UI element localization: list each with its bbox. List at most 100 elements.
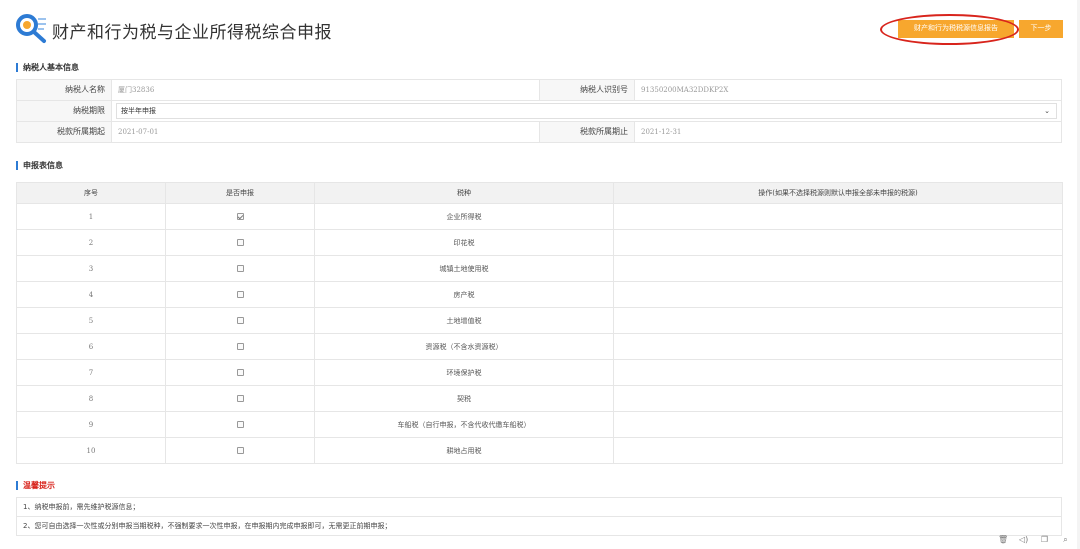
table-row: 7 环境保护税: [16, 359, 1063, 386]
declare-checkbox[interactable]: [236, 213, 244, 220]
sound-icon[interactable]: ◁): [1019, 535, 1028, 544]
info-row: 税款所属期起 2021-07-01 税款所属期止 2021-12-31: [16, 122, 1062, 143]
operation-cell: [613, 437, 1063, 464]
declare-cell: [165, 307, 315, 334]
table-row: 8 契税: [16, 385, 1063, 412]
declaration-table: 序号 是否申报 税种 操作(如果不选择税源则默认申报全部未申报的税源) 1 企业所…: [16, 182, 1063, 464]
operation-cell: [613, 359, 1063, 386]
operation-cell: [613, 229, 1063, 256]
period-end-label: 税款所属期止: [539, 122, 635, 142]
operation-cell: [613, 281, 1063, 308]
tax-period-cell: 按半年申报 ⌄: [112, 101, 1062, 121]
info-row: 纳税期限 按半年申报 ⌄: [16, 101, 1062, 122]
declare-checkbox[interactable]: [236, 265, 244, 272]
footer-toolbar: 🗑 ◁) ❐ ⌕: [998, 535, 1070, 544]
operation-cell: [613, 255, 1063, 282]
declare-cell: [165, 281, 315, 308]
taxpayer-name-value: 厦门32836: [118, 86, 155, 94]
chevron-down-icon: ⌄: [1044, 107, 1050, 115]
row-number: 8: [16, 385, 166, 412]
tax-period-select[interactable]: 按半年申报 ⌄: [116, 103, 1057, 119]
declare-cell: [165, 437, 315, 464]
tax-type-name: 房产税: [314, 281, 614, 308]
trash-icon[interactable]: 🗑: [998, 535, 1008, 544]
taxpayer-section-title: 纳税人基本信息: [16, 63, 79, 72]
tip-item: 2、您可自由选择一次性或分别申报当期税种，不强制要求一次性申报，在申报期内完成申…: [16, 517, 1062, 536]
tax-type-name: 环境保护税: [314, 359, 614, 386]
tip-item: 1、纳税申报前，需先维护税源信息；: [16, 498, 1062, 517]
tips-list: 1、纳税申报前，需先维护税源信息； 2、您可自由选择一次性或分别申报当期税种，不…: [16, 497, 1062, 536]
window-icon[interactable]: ❐: [1040, 535, 1049, 544]
declare-cell: [165, 203, 315, 230]
period-end-value: 2021-12-31: [635, 122, 1062, 142]
declare-checkbox[interactable]: [236, 239, 244, 246]
declare-checkbox[interactable]: [236, 343, 244, 350]
tax-type-name: 契税: [314, 385, 614, 412]
period-start-value: 2021-07-01: [118, 128, 159, 136]
declare-checkbox[interactable]: [236, 395, 244, 402]
declare-checkbox[interactable]: [236, 317, 244, 324]
tax-type-name: 企业所得税: [314, 203, 614, 230]
declare-cell: [165, 229, 315, 256]
table-row: 2 印花税: [16, 229, 1063, 256]
row-number: 2: [16, 229, 166, 256]
table-row: 1 企业所得税: [16, 203, 1063, 230]
operation-cell: [613, 385, 1063, 412]
operation-cell: [613, 333, 1063, 360]
row-number: 10: [16, 437, 166, 464]
column-header-declare: 是否申报: [165, 182, 315, 204]
declare-checkbox[interactable]: [236, 291, 244, 298]
column-header-operation: 操作(如果不选择税源则默认申报全部未申报的税源): [613, 182, 1063, 204]
search-logo-icon: [16, 14, 46, 43]
row-number: 4: [16, 281, 166, 308]
row-number: 7: [16, 359, 166, 386]
tax-type-name: 耕地占用税: [314, 437, 614, 464]
table-row: 10 耕地占用税: [16, 437, 1063, 464]
period-start-label: 税款所属期起: [16, 122, 112, 142]
row-number: 3: [16, 255, 166, 282]
column-header-tax-type: 税种: [314, 182, 614, 204]
search-icon[interactable]: ⌕: [1061, 535, 1070, 544]
tax-type-name: 资源税（不含水资源税）: [314, 333, 614, 360]
tax-type-name: 土地增值税: [314, 307, 614, 334]
declare-checkbox[interactable]: [236, 447, 244, 454]
highlight-annotation: [880, 14, 1019, 45]
taxpayer-id-value: 91350200MA32DDKP2X: [635, 80, 1062, 100]
row-number: 1: [16, 203, 166, 230]
taxpayer-id-label: 纳税人识别号: [539, 80, 635, 100]
info-row: 纳税人名称 厦门32836 纳税人识别号 91350200MA32DDKP2X: [16, 80, 1062, 101]
taxpayer-info-grid: 纳税人名称 厦门32836 纳税人识别号 91350200MA32DDKP2X …: [16, 79, 1062, 143]
declaration-section-title: 申报表信息: [16, 161, 63, 170]
table-header-row: 序号 是否申报 税种 操作(如果不选择税源则默认申报全部未申报的税源): [16, 182, 1063, 204]
tips-section-title: 温馨提示: [16, 481, 55, 490]
operation-cell: [613, 203, 1063, 230]
page-title: 财产和行为税与企业所得税综合申报: [52, 23, 332, 43]
table-row: 6 资源税（不含水资源税）: [16, 333, 1063, 360]
row-number: 9: [16, 411, 166, 438]
row-number: 5: [16, 307, 166, 334]
tax-period-selected-value: 按半年申报: [121, 107, 156, 115]
table-row: 5 土地增值税: [16, 307, 1063, 334]
table-row: 4 房产税: [16, 281, 1063, 308]
taxpayer-name-label: 纳税人名称: [16, 80, 112, 100]
operation-cell: [613, 411, 1063, 438]
operation-cell: [613, 307, 1063, 334]
tax-period-label: 纳税期限: [16, 101, 112, 121]
declare-cell: [165, 359, 315, 386]
column-header-no: 序号: [16, 182, 166, 204]
tax-type-name: 车船税（自行申报，不含代收代缴车船税）: [314, 411, 614, 438]
page-header: 财产和行为税与企业所得税综合申报 财产和行为税税源信息报告 下一步: [0, 0, 1080, 60]
table-row: 3 城镇土地使用税: [16, 255, 1063, 282]
declare-checkbox[interactable]: [236, 369, 244, 376]
declare-cell: [165, 333, 315, 360]
declare-cell: [165, 255, 315, 282]
table-row: 9 车船税（自行申报，不含代收代缴车船税）: [16, 411, 1063, 438]
row-number: 6: [16, 333, 166, 360]
next-step-button[interactable]: 下一步: [1019, 20, 1063, 38]
declare-cell: [165, 411, 315, 438]
tax-type-name: 印花税: [314, 229, 614, 256]
declaration-table-body: 1 企业所得税 2 印花税 3 城镇土地使用税 4 房产税 5 土地增值税 6 资源税（不含水资源税）…: [16, 203, 1063, 464]
declare-checkbox[interactable]: [236, 421, 244, 428]
tax-type-name: 城镇土地使用税: [314, 255, 614, 282]
declare-cell: [165, 385, 315, 412]
